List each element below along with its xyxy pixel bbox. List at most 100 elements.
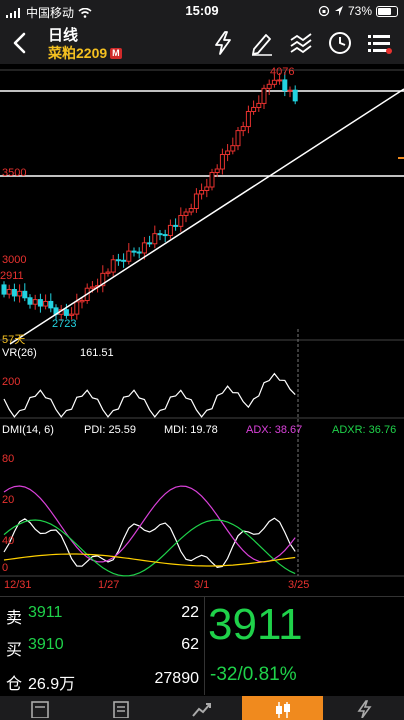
date-label-4: 3/25 — [288, 579, 310, 591]
period-count-label: 57天 — [2, 334, 26, 346]
panel-divider — [204, 597, 205, 695]
candle-body — [230, 145, 236, 152]
candle-body — [147, 242, 153, 245]
market-badge: M — [110, 47, 122, 59]
trade-tab[interactable] — [323, 696, 404, 720]
candle-body — [115, 259, 121, 262]
dmi-adxr: ADXR: 36.76 — [332, 424, 397, 436]
candle-body — [110, 259, 116, 273]
candle-body — [105, 271, 111, 274]
open-interest-row: 仓 26.9万 27890 — [0, 664, 205, 694]
adxr-series — [3, 519, 296, 577]
candle-body — [32, 299, 38, 305]
candle-body — [277, 79, 283, 82]
oi-value: 26.9万 — [28, 676, 76, 693]
candle-body — [271, 79, 277, 85]
candle-body — [173, 224, 179, 227]
candle-body — [37, 299, 43, 307]
candle-body — [261, 87, 267, 104]
buy-price: 3910 — [28, 636, 64, 653]
candle-body — [27, 297, 33, 305]
sell-row[interactable]: 卖 3911 22 — [0, 598, 205, 628]
orientation-lock-icon — [318, 5, 330, 17]
oi-volume: 27890 — [154, 670, 200, 687]
vr-name: VR(26) — [2, 347, 37, 359]
lightning-tab-icon — [357, 700, 372, 718]
candle-body — [266, 83, 272, 89]
candle-body — [131, 250, 137, 253]
battery-icon — [376, 5, 398, 17]
contract-code: 菜粕2209 — [48, 45, 108, 61]
status-bar: 中国移动 15:09 73% — [0, 0, 404, 22]
candle-body — [251, 106, 257, 113]
sell-price: 3911 — [28, 604, 63, 621]
candle-body — [193, 193, 199, 210]
candle-body — [22, 290, 28, 299]
candle-body — [17, 290, 23, 297]
dmi-axis-20: 20 — [2, 494, 15, 506]
vr-series — [3, 372, 296, 418]
mdi-series — [3, 485, 296, 563]
candle-body — [162, 234, 168, 237]
candle-body — [292, 89, 298, 102]
clock-icon[interactable] — [327, 30, 353, 56]
candle-body — [167, 224, 173, 237]
candle-body — [6, 289, 12, 295]
candle-body — [245, 111, 251, 128]
pdi-series — [3, 517, 296, 568]
candle-body — [256, 102, 262, 108]
bottom-tab-bar — [0, 696, 404, 720]
candle-body — [48, 300, 54, 309]
lightning-icon[interactable] — [210, 30, 236, 56]
candle-body — [199, 189, 205, 195]
candle-body — [235, 130, 241, 147]
news-tab[interactable] — [0, 696, 81, 720]
candle-body — [287, 89, 293, 92]
candle-body — [188, 208, 194, 213]
buy-label: 买 — [6, 642, 23, 659]
dmi-axis-0: 0 — [2, 562, 9, 574]
notification-dot — [386, 48, 392, 54]
candle-body — [126, 250, 132, 262]
candle-body — [43, 300, 49, 307]
sell-volume: 22 — [181, 604, 199, 621]
candle-body — [209, 171, 215, 188]
candle-body — [157, 233, 163, 236]
vr-line — [3, 372, 296, 418]
buy-row[interactable]: 买 3910 62 — [0, 630, 205, 660]
date-label-1: 12/31 — [4, 579, 32, 591]
dmi-pdi: PDI: 25.59 — [84, 424, 136, 436]
indicator-lines-icon[interactable] — [288, 30, 314, 56]
draw-pen-icon[interactable] — [249, 30, 275, 56]
candle-body — [152, 233, 158, 245]
low-price-label: 2723 — [52, 318, 77, 330]
location-icon — [334, 6, 343, 16]
dmi-name: DMI(14, 6) — [2, 424, 54, 436]
candle-body — [1, 284, 7, 295]
price-change: -32/0.81% — [210, 664, 297, 685]
contract-name[interactable]: 菜粕2209 M — [48, 43, 122, 63]
candle-body — [79, 300, 85, 303]
kline-chart[interactable] — [0, 64, 404, 596]
candle-body — [11, 289, 17, 297]
candle-body — [136, 251, 142, 254]
trend-tab[interactable] — [162, 696, 243, 720]
trend-lines — [9, 88, 404, 345]
back-arrow-icon[interactable] — [8, 30, 32, 56]
date-label-3: 3/1 — [194, 579, 210, 591]
candle-body — [63, 309, 69, 316]
kline-tab[interactable] — [242, 696, 324, 720]
vr-axis-label: 200 — [2, 376, 21, 388]
y-label-3000: 3000 — [2, 254, 27, 266]
report-tab[interactable] — [81, 696, 162, 720]
candle-body — [69, 313, 75, 316]
candle-body — [204, 186, 210, 191]
adx-series — [3, 553, 296, 567]
candle-body — [219, 153, 225, 170]
buy-volume: 62 — [181, 636, 199, 653]
y-label-3500: 3500 — [2, 167, 27, 179]
candlesticks — [1, 71, 298, 321]
candle-body — [214, 168, 220, 173]
candle-body — [240, 126, 246, 132]
candle-body — [225, 150, 231, 155]
